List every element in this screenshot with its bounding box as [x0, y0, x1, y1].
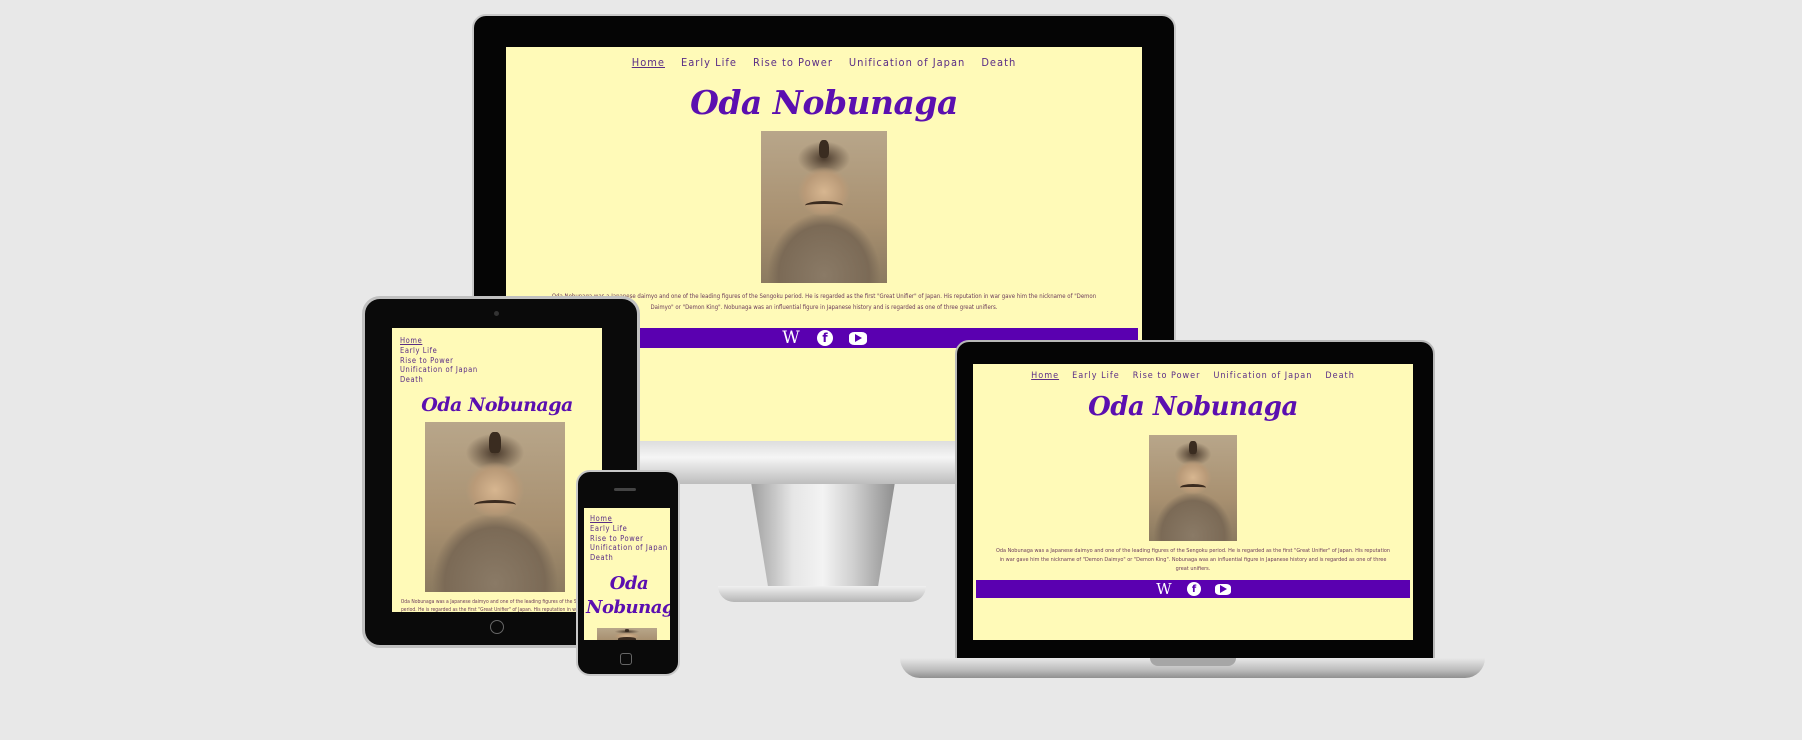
youtube-play-icon	[1219, 585, 1227, 593]
tablet-camera	[494, 311, 499, 316]
nav-death[interactable]: Death	[590, 553, 668, 563]
phone-screen: Home Early Life Rise to Power Unificatio…	[584, 508, 670, 640]
nav-rise-to-power[interactable]: Rise to Power	[400, 356, 478, 366]
nav-home[interactable]: Home	[400, 336, 478, 346]
portrait-image	[425, 422, 565, 592]
tablet-home-button	[490, 620, 504, 634]
nav-rise-to-power[interactable]: Rise to Power	[753, 56, 833, 69]
portrait-image	[761, 131, 887, 283]
nav-early-life[interactable]: Early Life	[681, 56, 737, 69]
nav-death[interactable]: Death	[400, 375, 478, 385]
main-nav: Home Early Life Rise to Power Unificatio…	[506, 56, 1142, 69]
monitor-stand-base	[718, 586, 926, 602]
nav-unification[interactable]: Unification of Japan	[849, 56, 965, 69]
nav-home[interactable]: Home	[590, 514, 668, 524]
youtube-icon[interactable]	[849, 331, 867, 345]
page-title: Oda Nobunaga	[690, 83, 958, 122]
nav-rise-to-power[interactable]: Rise to Power	[1133, 371, 1201, 381]
wikipedia-icon[interactable]: W	[781, 328, 801, 348]
portrait-image	[597, 628, 657, 640]
tablet-nav: Home Early Life Rise to Power Unificatio…	[400, 336, 478, 385]
portrait-image	[1149, 435, 1237, 541]
laptop-screen: Home Early Life Rise to Power Unificatio…	[973, 364, 1413, 640]
laptop-notch	[1150, 658, 1236, 666]
phone-nav: Home Early Life Rise to Power Unificatio…	[590, 514, 668, 563]
bio-text: Oda Nobunaga was a Japanese daimyo and o…	[995, 548, 1391, 572]
phone-speaker	[614, 488, 636, 491]
nav-unification[interactable]: Unification of Japan	[590, 543, 668, 553]
nav-home[interactable]: Home	[1031, 371, 1059, 381]
youtube-icon[interactable]	[1215, 583, 1231, 595]
phone-home-button	[620, 653, 632, 665]
nav-rise-to-power[interactable]: Rise to Power	[590, 534, 668, 544]
facebook-icon[interactable]: f	[817, 330, 833, 346]
footer: W f	[976, 580, 1410, 598]
nav-death[interactable]: Death	[981, 56, 1016, 69]
laptop-nav: Home Early Life Rise to Power Unificatio…	[973, 371, 1413, 381]
bio-text: Oda Nobunaga was a Japanese daimyo and o…	[400, 599, 593, 612]
nav-unification[interactable]: Unification of Japan	[1213, 371, 1312, 381]
nav-death[interactable]: Death	[1325, 371, 1355, 381]
page-title: Oda Nobunaga	[421, 394, 573, 416]
nav-home[interactable]: Home	[632, 56, 665, 69]
nav-unification[interactable]: Unification of Japan	[400, 365, 478, 375]
nav-early-life[interactable]: Early Life	[590, 524, 668, 534]
tablet-screen: Home Early Life Rise to Power Unificatio…	[392, 328, 602, 612]
youtube-play-icon	[854, 334, 862, 342]
nav-early-life[interactable]: Early Life	[400, 346, 478, 356]
page-title: Oda Nobunaga	[1088, 392, 1298, 422]
nav-early-life[interactable]: Early Life	[1072, 371, 1120, 381]
wikipedia-icon[interactable]: W	[1155, 580, 1173, 598]
page-title: Oda Nobunaga	[586, 573, 670, 618]
monitor-stand-neck	[751, 482, 895, 602]
facebook-icon[interactable]: f	[1187, 582, 1201, 596]
